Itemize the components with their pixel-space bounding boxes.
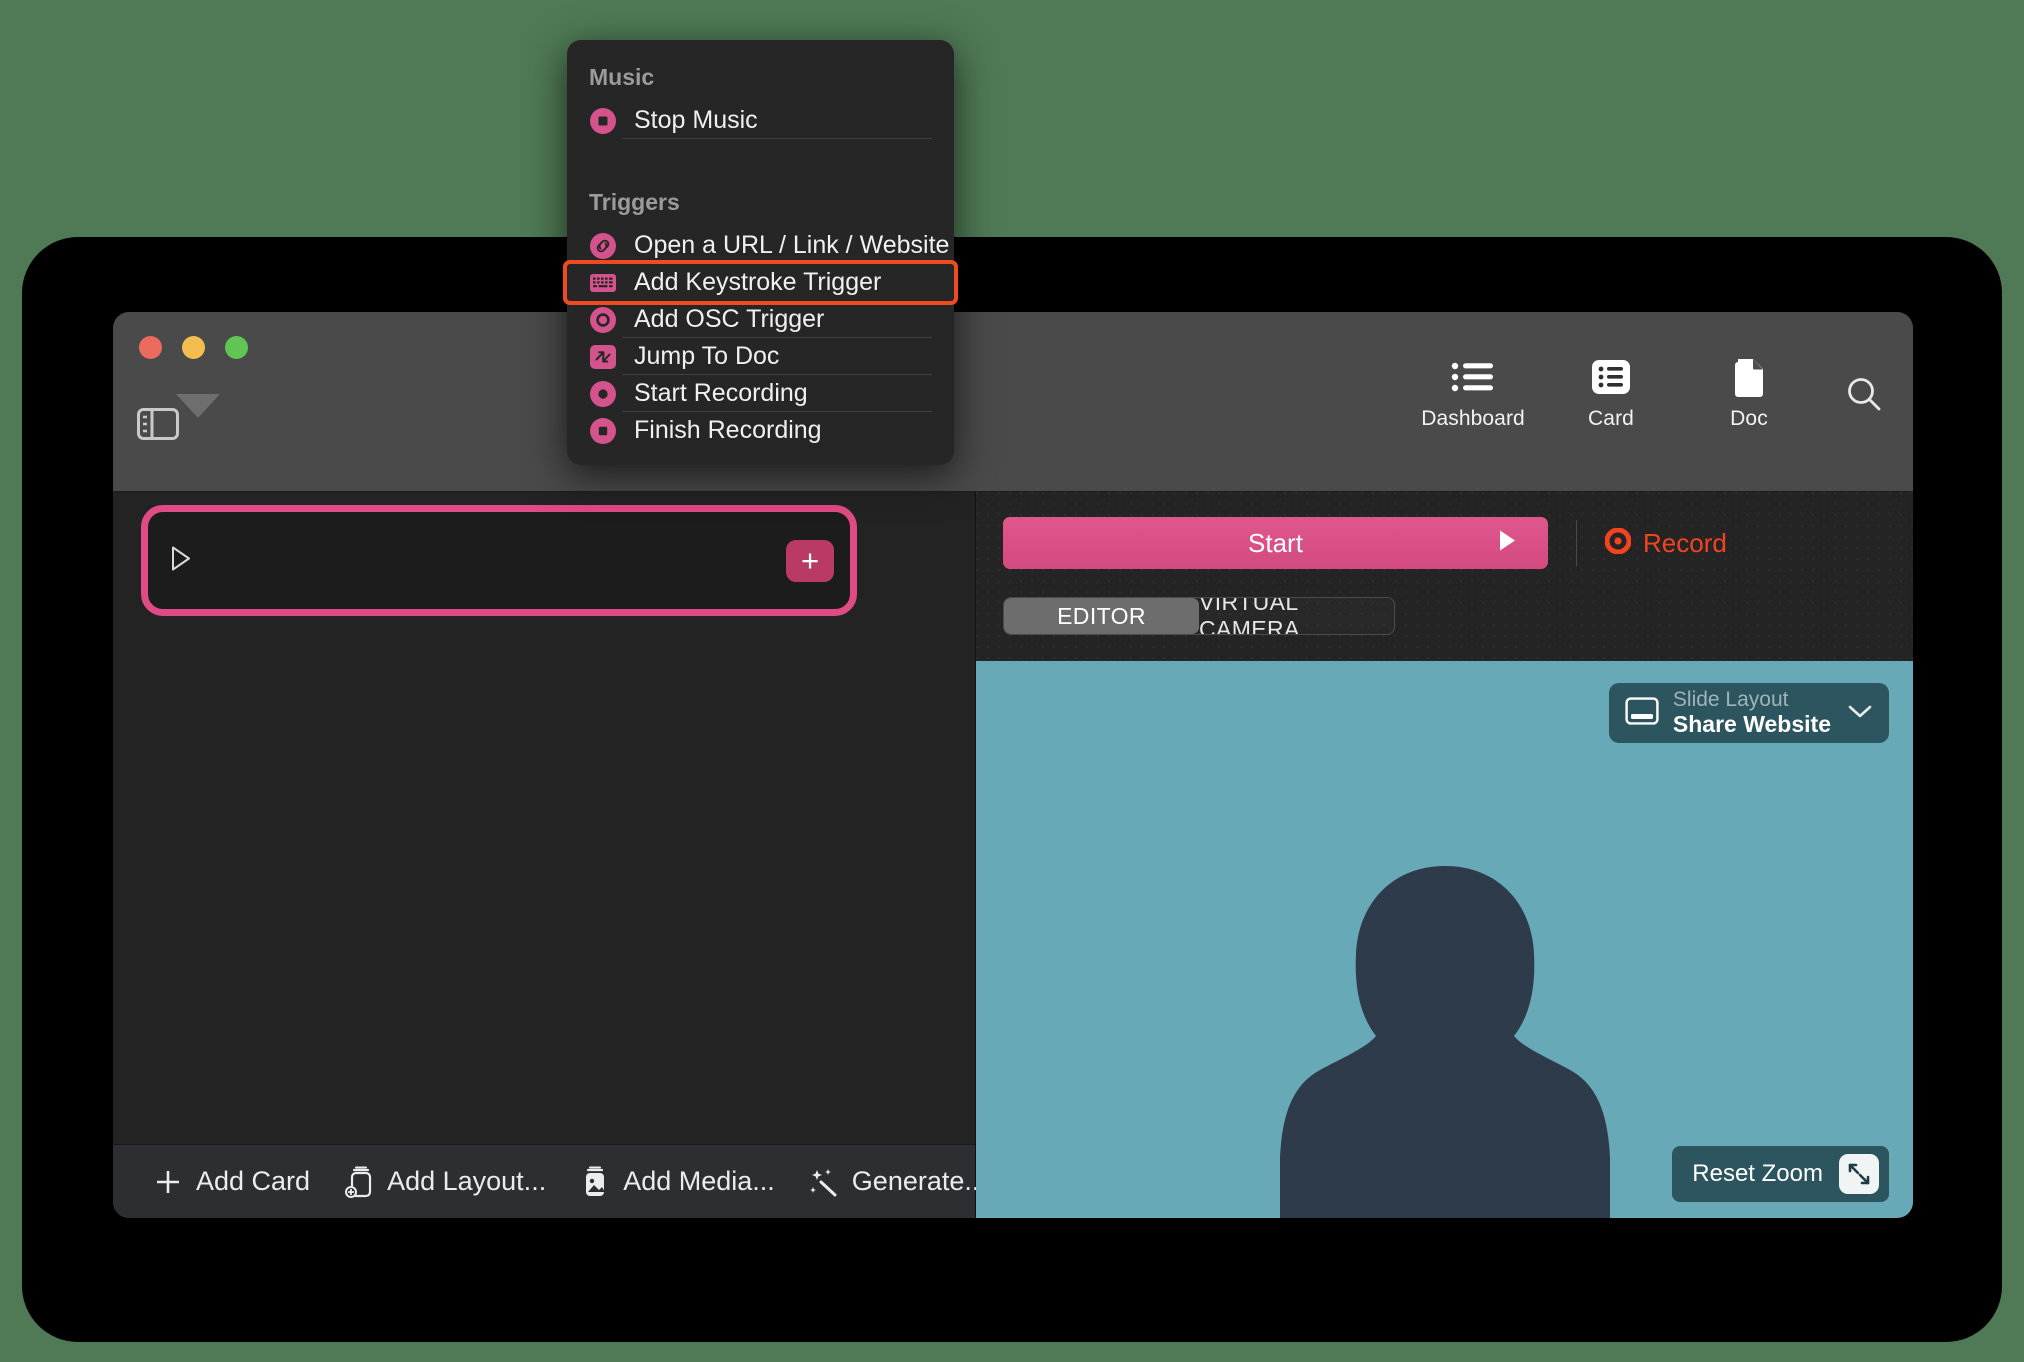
traffic-lights: [139, 336, 248, 359]
record-dot-circle-icon: [589, 380, 617, 408]
slide-layout-title: Slide Layout: [1673, 688, 1831, 712]
toolbar-divider: [1576, 520, 1577, 566]
menu-item-add-keystroke-trigger[interactable]: Add Keystroke Trigger: [567, 264, 954, 301]
toolbar: Dashboard Card: [1425, 354, 1885, 431]
window-titlebar: Dashboard Card: [113, 312, 1913, 492]
tab-virtual-camera[interactable]: VIRTUAL CAMERA: [1199, 598, 1394, 634]
tab-editor[interactable]: EDITOR: [1004, 598, 1199, 634]
menu-section-title-triggers: Triggers: [567, 179, 954, 227]
chevron-down-icon[interactable]: [1845, 701, 1875, 726]
toolbar-item-label: Doc: [1730, 407, 1768, 431]
add-card-button[interactable]: Add Card: [151, 1165, 328, 1199]
preview-pane: Start Record: [976, 492, 1913, 1218]
list-bullet-icon: [1450, 354, 1496, 400]
expand-arrows-icon: [1839, 1154, 1879, 1194]
stop-square-circle-icon: [589, 107, 617, 135]
card-list-icon: [1588, 354, 1634, 400]
add-layout-button[interactable]: Add Layout...: [342, 1165, 564, 1199]
toolbar-item-label: Card: [1588, 407, 1634, 431]
add-media-icon: [578, 1165, 612, 1199]
record-button[interactable]: Record: [1605, 528, 1727, 559]
add-layout-icon: [342, 1165, 376, 1199]
sidebar-toggle-icon[interactable]: [137, 408, 179, 440]
menu-item-add-osc-trigger[interactable]: Add OSC Trigger: [567, 301, 954, 338]
menu-item-label: Stop Music: [634, 106, 758, 135]
trigger-popup-menu: Music Stop Music Triggers Open a URL / L…: [567, 40, 954, 465]
close-window-button[interactable]: [139, 336, 162, 359]
menu-spacer: [567, 139, 954, 179]
search-icon[interactable]: [1843, 374, 1885, 421]
menu-item-label: Finish Recording: [634, 416, 822, 445]
generate-label: Generate...: [852, 1166, 987, 1197]
maximize-window-button[interactable]: [225, 336, 248, 359]
menu-item-finish-recording[interactable]: Finish Recording: [567, 412, 954, 449]
slide-layout-icon: [1625, 697, 1659, 730]
toolbar-item-label: Dashboard: [1421, 407, 1525, 431]
sparkle-wand-icon: [807, 1165, 841, 1199]
add-media-button[interactable]: Add Media...: [578, 1165, 793, 1199]
menu-item-start-recording[interactable]: Start Recording: [567, 375, 954, 412]
add-card-label: Add Card: [196, 1166, 310, 1197]
transport-row: Start Record: [976, 492, 1913, 569]
menu-item-open-url[interactable]: Open a URL / Link / Website: [567, 227, 954, 264]
menu-item-label: Add OSC Trigger: [634, 305, 824, 334]
popup-arrow: [176, 394, 220, 418]
menu-item-label: Add Keystroke Trigger: [634, 268, 881, 297]
slide-layout-chip[interactable]: Slide Layout Share Website: [1609, 683, 1889, 743]
start-button[interactable]: Start: [1003, 517, 1548, 569]
minimize-window-button[interactable]: [182, 336, 205, 359]
toolbar-item-doc[interactable]: Doc: [1701, 354, 1797, 431]
mode-tabs: EDITOR VIRTUAL CAMERA: [1003, 597, 1395, 635]
stop-square-circle-icon: [589, 417, 617, 445]
menu-item-label: Start Recording: [634, 379, 808, 408]
keyboard-icon: [589, 269, 617, 297]
toolbar-item-dashboard[interactable]: Dashboard: [1425, 354, 1521, 431]
play-icon: [1496, 528, 1518, 559]
play-triangle-icon[interactable]: [170, 545, 192, 576]
document-icon: [1729, 354, 1769, 400]
menu-item-jump-to-doc[interactable]: Jump To Doc: [567, 338, 954, 375]
preview-stage[interactable]: Slide Layout Share Website Reset Zoom: [976, 661, 1913, 1218]
menu-item-label: Jump To Doc: [634, 342, 779, 371]
menu-section-title-music: Music: [567, 54, 954, 102]
person-silhouette: [1280, 858, 1610, 1218]
window-body: + Add Card: [113, 492, 1913, 1218]
menu-item-label: Open a URL / Link / Website: [634, 231, 949, 260]
reset-zoom-button[interactable]: Reset Zoom: [1672, 1146, 1889, 1202]
editor-pane: + Add Card: [113, 492, 976, 1218]
toolbar-item-card[interactable]: Card: [1563, 354, 1659, 431]
card-strip: +: [113, 492, 975, 632]
add-layout-label: Add Layout...: [387, 1166, 546, 1197]
start-button-label: Start: [1248, 528, 1303, 559]
jump-arrows-icon: [589, 343, 617, 371]
add-media-label: Add Media...: [623, 1166, 775, 1197]
editor-bottom-toolbar: Add Card Add Layout...: [113, 1144, 975, 1218]
menu-item-stop-music[interactable]: Stop Music: [567, 102, 954, 139]
link-icon: [589, 232, 617, 260]
osc-circle-icon: [589, 306, 617, 334]
record-button-label: Record: [1643, 528, 1727, 559]
slide-layout-value: Share Website: [1673, 712, 1831, 738]
record-dot-icon: [1605, 528, 1631, 559]
card-add-button[interactable]: +: [786, 540, 834, 582]
card-canvas[interactable]: [113, 632, 975, 1144]
plus-icon: [151, 1165, 185, 1199]
app-window: Dashboard Card: [113, 312, 1913, 1218]
reset-zoom-label: Reset Zoom: [1692, 1160, 1823, 1188]
selected-card[interactable]: +: [141, 505, 857, 616]
